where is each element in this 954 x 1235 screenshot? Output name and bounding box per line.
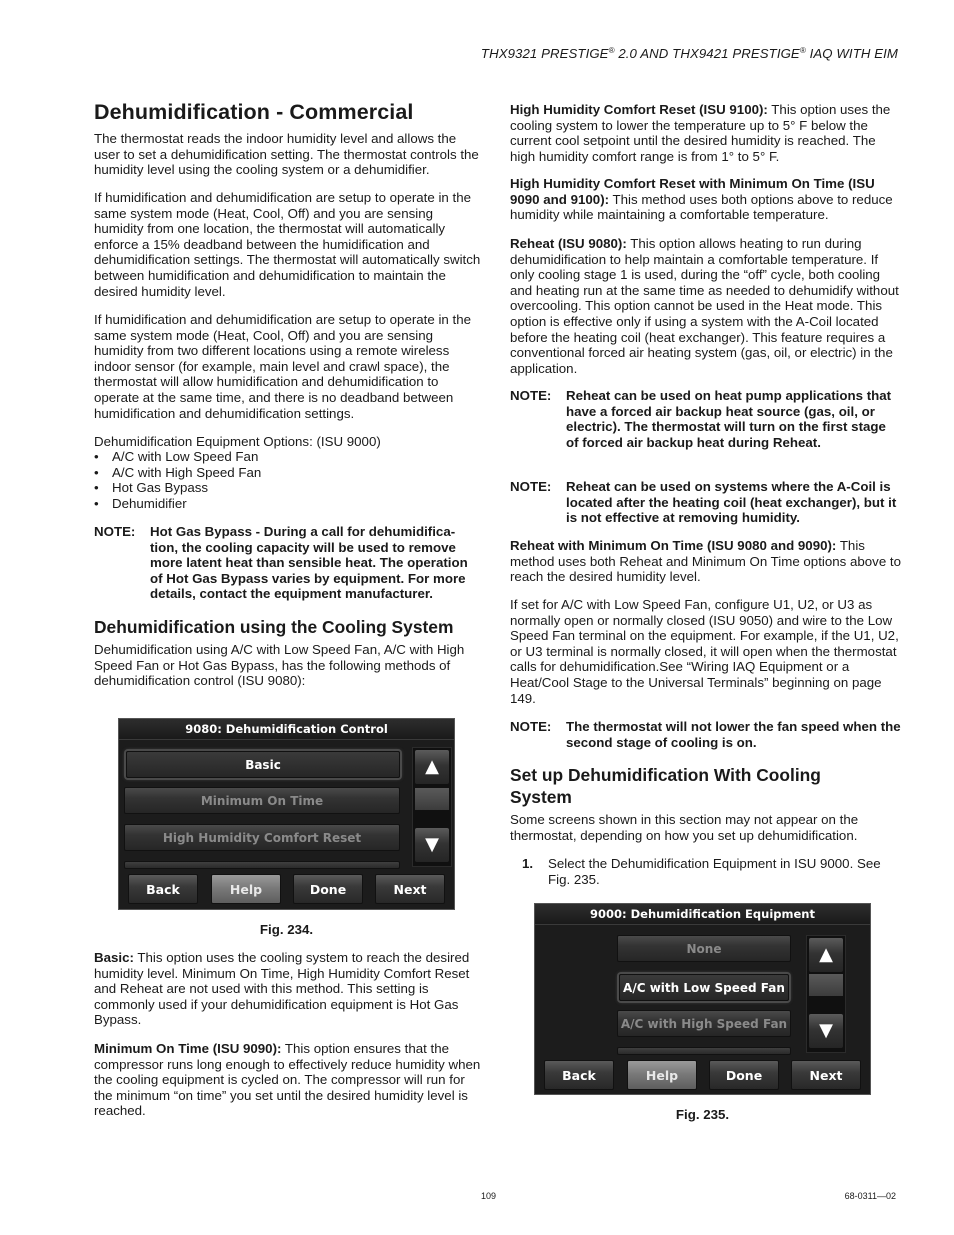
step-text: Select the Dehumidification Equipment in… bbox=[548, 856, 881, 887]
term-label: Reheat (ISU 9080): bbox=[510, 236, 627, 251]
setup-paragraph: Some screens shown in this section may n… bbox=[510, 812, 859, 843]
term-label: Reheat with Minimum On Time (ISU 9080 an… bbox=[510, 538, 837, 553]
setup-title: Set up Dehumidification With Cooling Sys… bbox=[510, 765, 821, 807]
cooling-methods-paragraph: Dehumidification using A/C with Low Spee… bbox=[94, 642, 465, 689]
term-description: This option allows heating to run during… bbox=[510, 236, 899, 376]
arrow-up-icon: ▲ bbox=[425, 756, 439, 777]
step-number: 1. bbox=[522, 856, 534, 871]
help-button[interactable]: Help bbox=[211, 874, 281, 904]
option-basic[interactable]: Basic bbox=[126, 751, 400, 778]
arrow-down-icon: ▼ bbox=[819, 1020, 833, 1041]
next-button[interactable]: Next bbox=[375, 874, 445, 904]
option-ac-high-speed-fan[interactable]: A/C with High Speed Fan bbox=[617, 1010, 791, 1037]
hhcr-paragraph: High Humidity Comfort Reset (ISU 9100): … bbox=[510, 102, 902, 164]
basic-paragraph: Basic: This option uses the cooling syst… bbox=[94, 950, 482, 1028]
list-item: Hot Gas Bypass bbox=[94, 480, 482, 496]
thermostat-screen-fig235: 9000: Dehumidification Equipment None A/… bbox=[534, 903, 871, 1095]
running-header: THX9321 PRESTIGE® 2.0 AND THX9421 PRESTI… bbox=[481, 46, 898, 61]
note-text: The thermostat will not lower the fan sp… bbox=[566, 719, 901, 750]
list-item: A/C with High Speed Fan bbox=[94, 465, 482, 481]
arrow-up-icon: ▲ bbox=[819, 944, 833, 965]
two-locations-paragraph: If humidification and dehumidification a… bbox=[94, 312, 471, 421]
scroll-thumb[interactable] bbox=[809, 974, 843, 996]
option-minimum-on-time[interactable]: Minimum On Time bbox=[124, 787, 400, 814]
help-button[interactable]: Help bbox=[627, 1060, 697, 1090]
scroll-down-button[interactable]: ▼ bbox=[415, 828, 449, 862]
scroll-up-button[interactable]: ▲ bbox=[415, 750, 449, 784]
low-speed-fan-paragraph: If set for A/C with Low Speed Fan, confi… bbox=[510, 597, 899, 706]
thermostat-screen-fig234: 9080: Dehumidification Control Basic Min… bbox=[118, 718, 455, 910]
note-reheat-heat-pump: NOTE: Reheat can be used on heat pump ap… bbox=[510, 388, 902, 450]
figure-caption: Fig. 235. bbox=[675, 1107, 730, 1122]
one-location-paragraph: If humidification and dehumidification a… bbox=[94, 190, 481, 299]
equipment-options-list: A/C with Low Speed Fan A/C with High Spe… bbox=[94, 449, 482, 511]
scroll-up-button[interactable]: ▲ bbox=[809, 938, 843, 972]
intro-paragraph: The thermostat reads the indoor humidity… bbox=[94, 131, 479, 178]
screen-title: 9080: Dehumidification Control bbox=[119, 719, 454, 740]
option-partial[interactable] bbox=[617, 1047, 791, 1055]
note-hot-gas-bypass: NOTE: Hot Gas Bypass - During a call for… bbox=[94, 524, 482, 602]
back-button[interactable]: Back bbox=[128, 874, 198, 904]
header-text: 2.0 AND THX9421 PRESTIGE bbox=[614, 46, 800, 61]
section-title: Dehumidification - Commercial bbox=[94, 100, 414, 124]
note-fan-speed: NOTE: The thermostat will not lower the … bbox=[510, 719, 902, 750]
equipment-options-intro: Dehumidification Equipment Options: (ISU… bbox=[94, 434, 381, 449]
list-item: Dehumidifier bbox=[94, 496, 482, 512]
hhcr-mot-paragraph: High Humidity Comfort Reset with Minimum… bbox=[510, 176, 902, 223]
back-button[interactable]: Back bbox=[544, 1060, 614, 1090]
option-high-humidity-comfort-reset[interactable]: High Humidity Comfort Reset bbox=[124, 824, 400, 851]
term-description: This option uses the cooling system to r… bbox=[94, 950, 470, 1028]
minimum-on-time-paragraph: Minimum On Time (ISU 9090): This option … bbox=[94, 1041, 482, 1119]
note-text: Reheat can be used on systems where the … bbox=[566, 479, 897, 526]
note-label: NOTE: bbox=[510, 719, 552, 734]
reheat-mot-paragraph: Reheat with Minimum On Time (ISU 9080 an… bbox=[510, 538, 902, 585]
scrollbar[interactable]: ▲ ▼ bbox=[412, 747, 452, 867]
figure-caption: Fig. 234. bbox=[259, 922, 314, 937]
screen-title: 9000: Dehumidification Equipment bbox=[535, 904, 870, 925]
step-1: 1. Select the Dehumidification Equipment… bbox=[510, 856, 902, 887]
arrow-down-icon: ▼ bbox=[425, 834, 439, 855]
reheat-paragraph: Reheat (ISU 9080): This option allows he… bbox=[510, 236, 902, 376]
note-label: NOTE: bbox=[510, 388, 552, 403]
page-number: 109 bbox=[481, 1191, 497, 1201]
scroll-thumb[interactable] bbox=[415, 788, 449, 810]
done-button[interactable]: Done bbox=[293, 874, 363, 904]
subsection-title: Dehumidification using the Cooling Syste… bbox=[94, 617, 454, 637]
header-text: IAQ WITH EIM bbox=[805, 46, 898, 61]
note-reheat-a-coil: NOTE: Reheat can be used on systems wher… bbox=[510, 479, 902, 526]
scroll-down-button[interactable]: ▼ bbox=[809, 1014, 843, 1048]
option-ac-low-speed-fan[interactable]: A/C with Low Speed Fan bbox=[619, 974, 789, 1001]
note-text: Reheat can be used on heat pump applicat… bbox=[566, 388, 892, 450]
list-item: A/C with Low Speed Fan bbox=[94, 449, 482, 465]
note-text: Hot Gas Bypass - During a call for dehum… bbox=[150, 524, 468, 602]
scrollbar[interactable]: ▲ ▼ bbox=[806, 935, 846, 1053]
done-button[interactable]: Done bbox=[709, 1060, 779, 1090]
term-label: Basic: bbox=[94, 950, 134, 965]
note-label: NOTE: bbox=[510, 479, 552, 494]
option-none[interactable]: None bbox=[617, 935, 791, 962]
term-label: High Humidity Comfort Reset (ISU 9100): bbox=[510, 102, 768, 117]
option-partial[interactable] bbox=[124, 861, 400, 869]
note-label: NOTE: bbox=[94, 524, 136, 539]
term-label: Minimum On Time (ISU 9090): bbox=[94, 1041, 282, 1056]
header-text: THX9321 PRESTIGE bbox=[480, 46, 609, 61]
document-number: 68-0311—02 bbox=[844, 1191, 896, 1201]
next-button[interactable]: Next bbox=[791, 1060, 861, 1090]
